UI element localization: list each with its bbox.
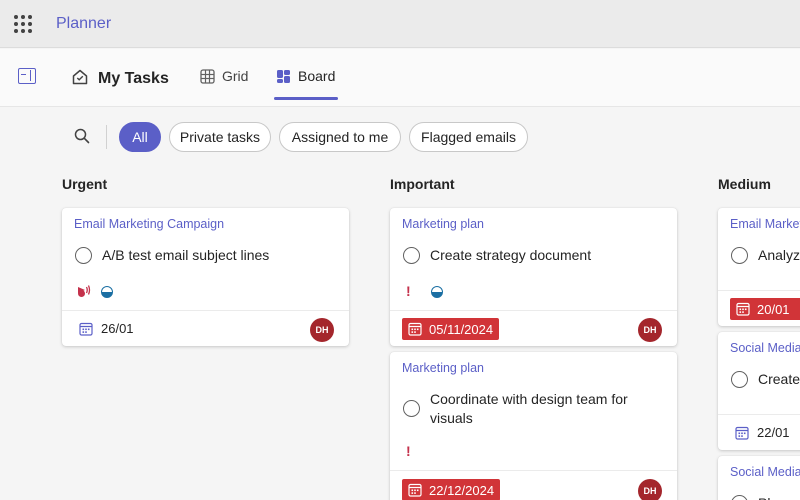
- card-plan-name: Email Marketing Campaign: [74, 217, 225, 231]
- tab-grid[interactable]: Grid: [200, 68, 248, 84]
- card-task-title: Analyze: [758, 247, 800, 263]
- tab-board-label: Board: [298, 68, 336, 84]
- due-date: 26/01: [79, 321, 134, 336]
- column-title-medium: Medium: [718, 176, 771, 192]
- due-date-label: 20/01: [757, 301, 790, 317]
- calendar-icon: [79, 322, 93, 336]
- avatar[interactable]: DH: [638, 318, 662, 342]
- complete-task-checkbox[interactable]: [403, 400, 420, 417]
- card-task-title: Create strategy document: [430, 247, 592, 263]
- card-task-title-line: visuals: [430, 410, 473, 426]
- card-task-title: Create: [758, 371, 800, 387]
- page-header: My Tasks Grid Board: [0, 49, 800, 107]
- task-card[interactable]: Email Marketi Analyze 20/01: [718, 208, 800, 326]
- calendar-icon: [736, 302, 750, 316]
- avatar[interactable]: DH: [638, 479, 662, 500]
- card-divider: [390, 470, 677, 471]
- card-task-title-line: Coordinate with design team for: [430, 391, 628, 407]
- filter-chip-assigned-to-me[interactable]: Assigned to me: [279, 122, 401, 152]
- calendar-icon: [408, 322, 422, 336]
- complete-task-checkbox[interactable]: [731, 495, 748, 500]
- expand-sidebar-icon[interactable]: [18, 68, 36, 84]
- filter-chip-private-tasks[interactable]: Private tasks: [169, 122, 271, 152]
- card-plan-name: Marketing plan: [402, 217, 484, 231]
- due-date-label: 22/01: [757, 425, 790, 440]
- task-card[interactable]: Email Marketing Campaign A/B test email …: [62, 208, 349, 346]
- task-card[interactable]: Marketing plan Coordinate with design te…: [390, 352, 677, 500]
- task-card[interactable]: Social Media Create 22/01: [718, 332, 800, 450]
- complete-task-checkbox[interactable]: [403, 247, 420, 264]
- card-plan-name: Email Marketi: [730, 217, 800, 231]
- card-task-title: Pl: [758, 494, 770, 500]
- card-task-title: Coordinate with design team for visuals: [430, 390, 628, 428]
- active-tab-indicator: [274, 97, 338, 100]
- card-divider: [62, 310, 349, 311]
- filter-chip-flagged-emails[interactable]: Flagged emails: [409, 122, 528, 152]
- card-divider: [718, 290, 800, 291]
- complete-task-checkbox[interactable]: [75, 247, 92, 264]
- in-progress-icon: [431, 286, 443, 298]
- important-priority-icon: !: [406, 283, 411, 299]
- column-title-important: Important: [390, 176, 455, 192]
- card-divider: [390, 310, 677, 311]
- complete-task-checkbox[interactable]: [731, 371, 748, 388]
- due-date: 22/01: [735, 425, 790, 440]
- avatar[interactable]: DH: [310, 318, 334, 342]
- urgent-priority-icon: [78, 285, 91, 297]
- due-date-label: 26/01: [101, 321, 134, 336]
- card-plan-name: Social Media: [730, 341, 800, 355]
- due-date-label: 05/11/2024: [429, 321, 494, 337]
- search-icon[interactable]: [74, 128, 90, 144]
- card-divider: [718, 414, 800, 415]
- grid-icon: [200, 68, 215, 84]
- app-bar: Planner: [0, 0, 800, 48]
- app-launcher-icon[interactable]: [14, 15, 32, 33]
- page-title: My Tasks: [98, 70, 169, 87]
- board-icon: [277, 69, 290, 83]
- filter-chip-all[interactable]: All: [119, 122, 161, 152]
- card-plan-name: Marketing plan: [402, 361, 484, 375]
- due-date-label: 22/12/2024: [429, 482, 495, 498]
- app-title[interactable]: Planner: [56, 15, 111, 33]
- important-priority-icon: !: [406, 443, 411, 459]
- task-card[interactable]: Marketing plan Create strategy document …: [390, 208, 677, 346]
- my-tasks-home-icon: [72, 69, 88, 85]
- filter-divider: [106, 125, 107, 149]
- complete-task-checkbox[interactable]: [731, 247, 748, 264]
- card-plan-name: Social Media: [730, 465, 800, 479]
- card-task-title: A/B test email subject lines: [102, 247, 270, 263]
- column-title-urgent: Urgent: [62, 176, 108, 192]
- due-date-overdue: 20/01: [730, 298, 800, 320]
- calendar-icon: [735, 426, 749, 440]
- due-date-overdue: 22/12/2024: [402, 479, 501, 500]
- task-card[interactable]: Social Media Pl: [718, 456, 800, 500]
- due-date-overdue: 05/11/2024: [402, 318, 500, 340]
- tab-board[interactable]: Board: [276, 68, 335, 84]
- tab-grid-label: Grid: [222, 68, 249, 84]
- calendar-icon: [408, 483, 422, 497]
- in-progress-icon: [101, 286, 113, 298]
